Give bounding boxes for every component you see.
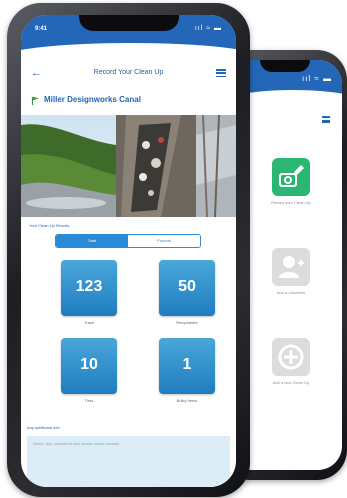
front-phone-screen: 9:41 ııl ≈ ▬ ← Record Your Clean Up Mill…: [21, 15, 236, 487]
metric-value: 10: [80, 356, 98, 373]
page-title: Record Your Clean Up: [93, 69, 164, 76]
toggle-pounds[interactable]: Pounds: [128, 235, 200, 247]
metric-tile-tires[interactable]: 10: [61, 338, 117, 394]
metric-value: 1: [182, 356, 192, 373]
nav-bar: ← Record Your Clean Up: [21, 67, 236, 81]
notes-placeholder: Notes, tips, comments and stories about …: [33, 441, 120, 446]
metric-label: Recyclables: [176, 320, 198, 325]
flag-icon: [31, 96, 40, 105]
front-notch: [78, 15, 179, 31]
status-icons: ııl ≈ ▬: [194, 25, 222, 32]
metric-label: Trash: [83, 320, 95, 325]
plus-icon[interactable]: [272, 338, 310, 376]
back-tile-label: Record your Clean Up: [271, 200, 311, 205]
status-time: 9:41: [35, 26, 48, 32]
metric-value: 50: [178, 278, 196, 295]
metric-tile-recyclables[interactable]: 50: [159, 260, 215, 316]
metric-tile-bulky-items[interactable]: 1: [159, 338, 215, 394]
menu-icon[interactable]: [322, 116, 330, 123]
notes-label: Any additional info: [27, 425, 60, 430]
metric-label: Tires: [84, 398, 94, 403]
cleanup-photo: [21, 115, 236, 217]
user-icon[interactable]: [272, 248, 310, 286]
camera-edit-icon[interactable]: [272, 158, 310, 196]
back-tile-label: Add a new Clean Up: [272, 380, 310, 385]
metric-value: 123: [75, 278, 103, 295]
back-notch: [260, 60, 310, 72]
site-name: Miller Designworks Canal: [44, 95, 141, 104]
toggle-total[interactable]: Total: [56, 235, 128, 247]
back-status-icons: ııl ≈ ▬: [301, 74, 332, 83]
results-label: Your Clean Up Results: [29, 223, 70, 228]
back-tile-label: Add a Volunteer: [276, 290, 306, 295]
notes-textarea[interactable]: Notes, tips, comments and stories about …: [27, 436, 230, 487]
metric-tile-trash[interactable]: 123: [61, 260, 117, 316]
metric-label: Bulky Items: [176, 398, 198, 403]
menu-icon[interactable]: [216, 69, 226, 78]
front-phone-frame: 9:41 ııl ≈ ▬ ← Record Your Clean Up Mill…: [7, 3, 250, 497]
total-pounds-toggle: Total Pounds: [55, 234, 201, 248]
